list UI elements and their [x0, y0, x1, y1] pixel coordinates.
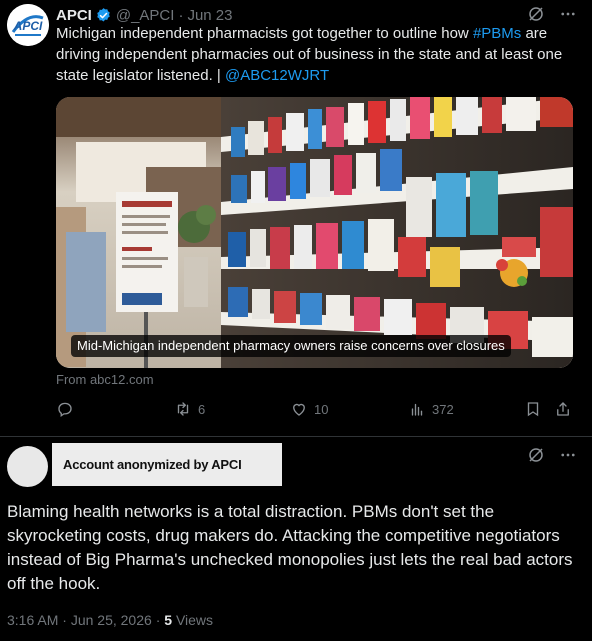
hashtag-link[interactable]: #PBMs	[473, 25, 521, 42]
more-dots-icon[interactable]	[559, 446, 577, 464]
apci-logo-text: APCI	[13, 19, 43, 33]
media-card-image[interactable]	[56, 97, 573, 368]
slash-circle-icon[interactable]	[527, 446, 545, 464]
heart-icon	[290, 400, 308, 418]
views-count: 372	[432, 401, 454, 417]
more-dots-icon[interactable]	[559, 5, 577, 23]
mention-link[interactable]: @ABC12WJRT	[225, 67, 329, 84]
reply-views-label: Views	[175, 612, 214, 628]
pharmacy-shelves-photo	[56, 97, 573, 368]
like-button[interactable]: 10	[290, 400, 328, 418]
tweet-text-part1: Michigan independent pharmacists got tog…	[56, 25, 473, 42]
share-button[interactable]	[554, 400, 572, 418]
slash-circle-icon[interactable]	[527, 5, 545, 23]
retweet-count: 6	[198, 401, 206, 417]
share-icon	[554, 400, 572, 418]
tweet-header: APCI @_APCI · Jun 23	[56, 5, 232, 25]
bookmark-icon	[524, 400, 542, 418]
reply-avatar[interactable]	[7, 446, 48, 487]
like-count: 10	[314, 401, 329, 417]
tweet-date[interactable]: Jun 23	[187, 7, 232, 24]
author-name[interactable]: APCI	[56, 7, 92, 24]
author-handle[interactable]: @_APCI	[116, 7, 175, 24]
reply-time[interactable]: 3:16 AM	[7, 612, 58, 628]
retweet-button[interactable]: 6	[174, 400, 205, 418]
tweet-divider	[0, 436, 592, 437]
media-caption[interactable]: Mid-Michigan independent pharmacy owners…	[71, 335, 511, 357]
header-separator: ·	[178, 6, 184, 24]
tweet-top-actions	[527, 5, 577, 23]
reply-text: Blaming health networks is a total distr…	[7, 502, 573, 593]
link-source[interactable]: From abc12.com	[56, 372, 154, 387]
tweet-text: Michigan independent pharmacists got tog…	[56, 23, 586, 86]
views-button[interactable]: 372	[408, 400, 454, 418]
retweet-icon	[174, 400, 192, 418]
apci-avatar[interactable]: APCI	[7, 4, 49, 46]
anonymized-account-label: Account anonymized by APCI	[63, 457, 242, 472]
reply-top-actions	[527, 446, 577, 464]
bar-chart-icon	[408, 400, 426, 418]
reply-date[interactable]: Jun 25, 2026	[71, 612, 152, 628]
bookmark-button[interactable]	[524, 400, 542, 418]
tweet-action-bar: 6 10 372	[56, 400, 576, 422]
reply-button[interactable]	[56, 400, 74, 418]
reply-icon	[56, 400, 74, 418]
reply-views-count: 5	[164, 612, 173, 628]
meta-separator-2: ·	[155, 612, 161, 628]
verified-badge-icon	[95, 7, 112, 24]
anonymized-account-box: Account anonymized by APCI	[52, 443, 282, 486]
reply-meta: 3:16 AM · Jun 25, 2026 · 5 Views	[7, 612, 213, 628]
meta-separator: ·	[62, 612, 67, 628]
